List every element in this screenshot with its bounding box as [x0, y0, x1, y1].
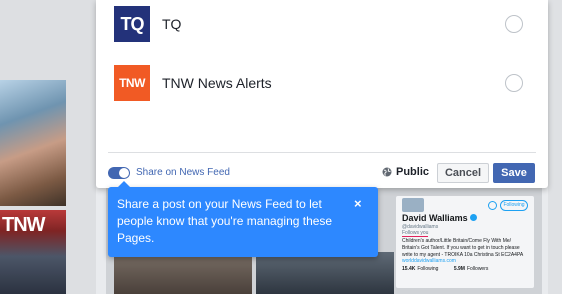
twitter-bio: Children's author/Little Britain/Come Fl… — [402, 238, 524, 258]
cancel-button[interactable]: Cancel — [437, 163, 489, 183]
page-select-radio[interactable] — [505, 15, 523, 33]
background-profile-photo — [0, 80, 66, 206]
share-on-news-feed-label[interactable]: Share on News Feed — [136, 167, 230, 178]
page-name: TQ — [162, 16, 182, 32]
page-row-tnw-news-alerts[interactable]: TNW TNW News Alerts — [114, 65, 532, 101]
twitter-notification-icon — [488, 201, 497, 210]
background-tnw-logo: TNW — [2, 214, 46, 236]
background-twitter-card: Following David Walliams @davidwalliams … — [396, 196, 534, 288]
globe-icon[interactable] — [382, 167, 392, 177]
twitter-following-button: Following — [500, 200, 528, 211]
tq-page-logo: TQ — [114, 6, 150, 42]
twitter-stats: 15.4K Following 5.9M Followers — [402, 266, 489, 272]
background-right-column — [548, 0, 562, 294]
twitter-follows-you: Follows you — [402, 230, 429, 237]
background-post-image-1 — [114, 252, 252, 294]
page-name: TNW News Alerts — [162, 75, 272, 91]
privacy-selector[interactable]: Public — [396, 166, 429, 178]
close-icon[interactable]: × — [354, 197, 362, 210]
background-post-image-2 — [256, 252, 394, 294]
share-to-pages-dialog: TQ TQ TNW TNW News Alerts Share on News … — [96, 0, 548, 188]
share-tooltip: Share a post on your News Feed to let pe… — [108, 181, 378, 257]
tooltip-text: Share a post on your News Feed to let pe… — [117, 197, 333, 245]
twitter-name: David Walliams — [402, 213, 477, 223]
twitter-link: worlddavidwalliams.com — [402, 258, 456, 264]
tnw-page-logo: TNW — [114, 65, 150, 101]
save-button[interactable]: Save — [493, 163, 535, 183]
tooltip-arrow — [118, 181, 130, 187]
page-row-tq[interactable]: TQ TQ — [114, 6, 532, 42]
twitter-avatar — [402, 198, 424, 212]
footer-divider — [108, 152, 536, 153]
background-tnw-photo: TNW — [0, 210, 66, 294]
verified-icon — [469, 214, 477, 221]
share-on-news-feed-toggle[interactable] — [108, 167, 130, 179]
toggle-knob — [119, 168, 129, 178]
page-select-radio[interactable] — [505, 74, 523, 92]
